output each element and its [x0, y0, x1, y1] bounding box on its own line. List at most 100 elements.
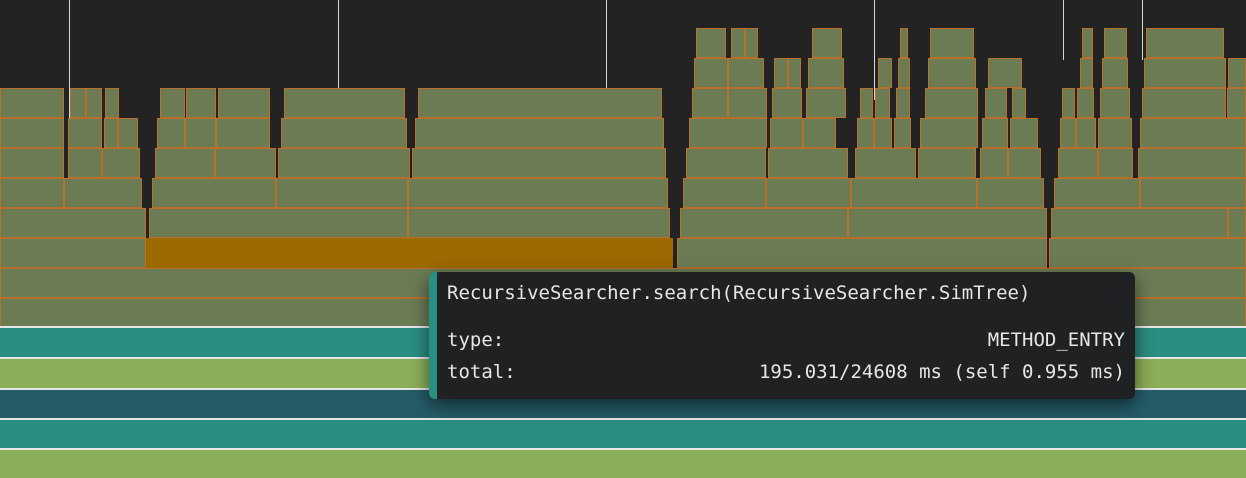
- stack-frame[interactable]: [68, 118, 102, 148]
- stack-frame[interactable]: [0, 148, 64, 178]
- stack-frame[interactable]: [860, 88, 873, 118]
- stack-frame[interactable]: [930, 28, 974, 58]
- stack-frame[interactable]: [680, 208, 848, 238]
- stack-frame[interactable]: [102, 148, 140, 178]
- stack-frame[interactable]: [768, 148, 848, 178]
- stack-frame[interactable]: [0, 178, 64, 208]
- stack-frame[interactable]: [920, 118, 978, 148]
- stack-frame[interactable]: [216, 118, 270, 148]
- stack-frame[interactable]: [160, 88, 185, 118]
- stack-frame[interactable]: [1104, 28, 1127, 58]
- stack-frame[interactable]: [980, 148, 1008, 178]
- stack-frame[interactable]: [86, 88, 102, 118]
- stack-frame[interactable]: [1080, 58, 1093, 88]
- stack-frame[interactable]: [728, 58, 764, 88]
- thread-lane-band[interactable]: [0, 448, 1246, 478]
- stack-frame[interactable]: [152, 178, 276, 208]
- stack-frame[interactable]: [770, 118, 803, 148]
- stack-frame[interactable]: [988, 58, 1022, 88]
- stack-frame[interactable]: [683, 178, 766, 208]
- stack-frame[interactable]: [731, 28, 745, 58]
- stack-frame[interactable]: [977, 178, 1044, 208]
- stack-frame[interactable]: [806, 88, 846, 118]
- stack-frame[interactable]: [851, 178, 977, 208]
- stack-frame[interactable]: [0, 118, 64, 148]
- stack-frame[interactable]: [875, 88, 890, 118]
- stack-frame[interactable]: [1138, 148, 1246, 178]
- stack-frame[interactable]: [1012, 88, 1026, 118]
- stack-frame[interactable]: [1100, 88, 1130, 118]
- stack-frame[interactable]: [848, 208, 1047, 238]
- stack-frame[interactable]: [185, 118, 216, 148]
- stack-frame[interactable]: [696, 28, 726, 58]
- stack-frame[interactable]: [766, 178, 851, 208]
- stack-frame[interactable]: [686, 148, 766, 178]
- stack-frame[interactable]: [1008, 148, 1041, 178]
- stack-frame[interactable]: [985, 88, 1007, 118]
- stack-frame[interactable]: [278, 148, 410, 178]
- stack-frame[interactable]: [1062, 88, 1075, 118]
- stack-frame[interactable]: [215, 148, 276, 178]
- stack-frame[interactable]: [677, 238, 1047, 268]
- stack-frame[interactable]: [694, 58, 728, 88]
- stack-frame[interactable]: [1077, 88, 1094, 118]
- stack-frame[interactable]: [418, 88, 662, 118]
- stack-frame[interactable]: [1142, 88, 1226, 118]
- stack-frame[interactable]: [774, 58, 788, 88]
- stack-frame[interactable]: [218, 88, 270, 118]
- stack-frame[interactable]: [857, 118, 874, 148]
- stack-frame[interactable]: [1060, 118, 1076, 148]
- stack-frame[interactable]: [1082, 28, 1093, 58]
- stack-frame[interactable]: [415, 118, 664, 148]
- stack-frame[interactable]: [689, 118, 767, 148]
- stack-frame[interactable]: [982, 118, 1008, 148]
- stack-frame[interactable]: [874, 118, 892, 148]
- stack-frame[interactable]: [1098, 148, 1133, 178]
- stack-frame[interactable]: [284, 88, 405, 118]
- stack-frame[interactable]: [70, 88, 86, 118]
- stack-frame[interactable]: [855, 148, 916, 178]
- stack-frame[interactable]: [149, 208, 408, 238]
- stack-frame[interactable]: [728, 88, 767, 118]
- stack-frame[interactable]: [0, 238, 146, 268]
- stack-frame[interactable]: [412, 148, 666, 178]
- stack-frame[interactable]: [1054, 178, 1140, 208]
- stack-frame[interactable]: [894, 118, 911, 148]
- stack-frame[interactable]: [1140, 118, 1246, 148]
- stack-frame[interactable]: [155, 148, 215, 178]
- stack-frame[interactable]: [1227, 88, 1246, 118]
- selected-stack-frame[interactable]: [146, 238, 673, 268]
- stack-frame[interactable]: [788, 58, 801, 88]
- stack-frame[interactable]: [1010, 118, 1038, 148]
- stack-frame[interactable]: [408, 208, 670, 238]
- stack-frame[interactable]: [157, 118, 185, 148]
- stack-frame[interactable]: [898, 58, 910, 88]
- stack-frame[interactable]: [808, 58, 844, 88]
- stack-frame[interactable]: [1140, 178, 1246, 208]
- stack-frame[interactable]: [1051, 208, 1228, 238]
- stack-frame[interactable]: [281, 118, 407, 148]
- stack-frame[interactable]: [1144, 58, 1226, 88]
- stack-frame[interactable]: [105, 88, 119, 118]
- stack-frame[interactable]: [68, 148, 102, 178]
- stack-frame[interactable]: [1228, 208, 1246, 238]
- thread-lane-band[interactable]: [0, 418, 1246, 448]
- stack-frame[interactable]: [896, 88, 910, 118]
- stack-frame[interactable]: [692, 88, 728, 118]
- stack-frame[interactable]: [812, 28, 842, 58]
- stack-frame[interactable]: [918, 148, 976, 178]
- stack-frame[interactable]: [878, 58, 892, 88]
- stack-frame[interactable]: [276, 178, 408, 208]
- stack-frame[interactable]: [900, 28, 908, 58]
- stack-frame[interactable]: [925, 88, 978, 118]
- stack-frame[interactable]: [1049, 238, 1246, 268]
- stack-frame[interactable]: [1146, 28, 1224, 58]
- stack-frame[interactable]: [1098, 118, 1132, 148]
- stack-frame[interactable]: [1228, 58, 1246, 88]
- stack-frame[interactable]: [745, 28, 758, 58]
- stack-frame[interactable]: [0, 88, 64, 118]
- stack-frame[interactable]: [408, 178, 668, 208]
- stack-frame[interactable]: [0, 208, 146, 238]
- stack-frame[interactable]: [1058, 148, 1098, 178]
- stack-frame[interactable]: [928, 58, 976, 88]
